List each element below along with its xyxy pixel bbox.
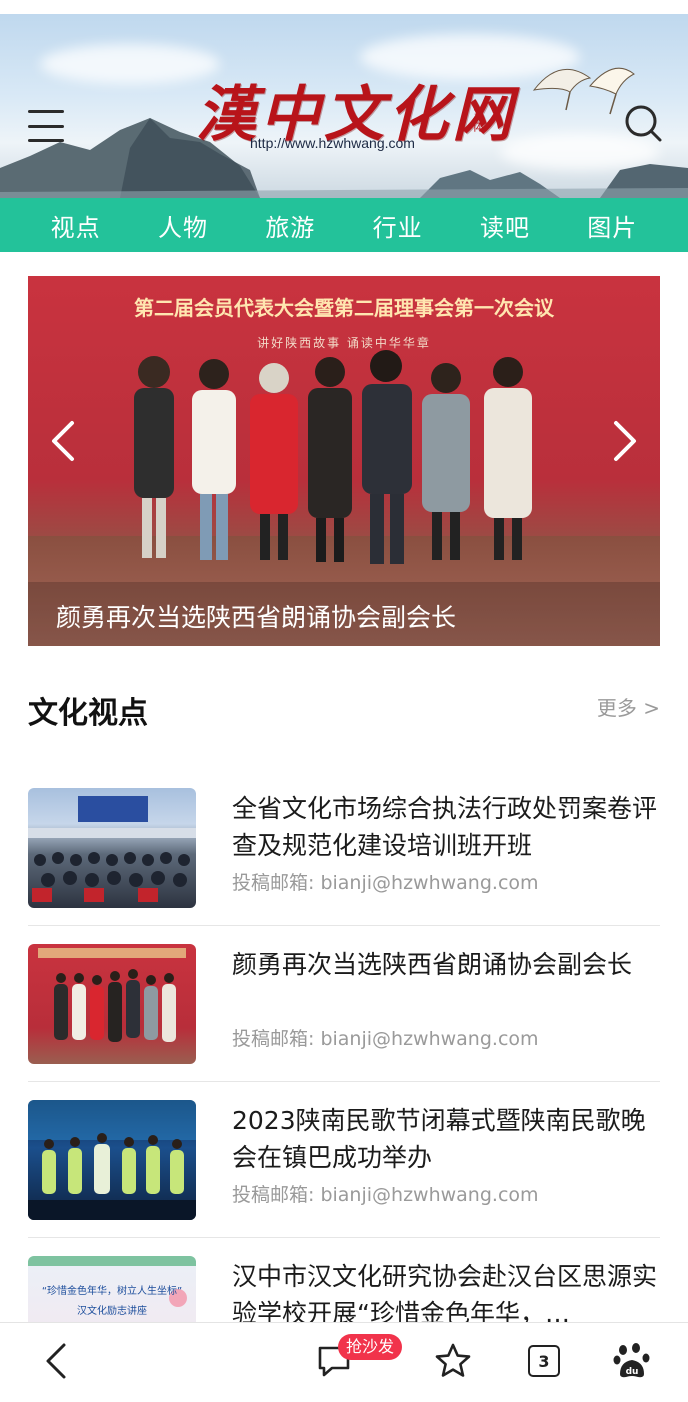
news-meta: 投稿邮箱: bianji@hzwhwang.com: [232, 872, 539, 894]
featured-carousel[interactable]: 第二届会员代表大会暨第二届理事会第一次会议 讲好陕西故事 诵读中华华章 颜勇再次…: [28, 276, 660, 646]
carousel-next-arrow[interactable]: [606, 416, 646, 466]
thumb-line2: 汉文化励志讲座: [77, 1306, 147, 1317]
carousel-banner-line1: 第二届会员代表大会暨第二届理事会第一次会议: [134, 296, 554, 320]
thumb-line1: “珍惜金色年华，树立人生坐标”: [41, 1286, 183, 1297]
news-meta: 投稿邮箱: bianji@hzwhwang.com: [232, 1028, 539, 1050]
star-favorite-icon[interactable]: [431, 1339, 475, 1383]
sofa-badge[interactable]: 抢沙发: [338, 1334, 403, 1360]
news-thumbnail[interactable]: [28, 944, 196, 1064]
news-thumbnail[interactable]: [28, 1100, 196, 1220]
nav-item-travel[interactable]: 旅游: [265, 208, 315, 243]
svg-text:du: du: [626, 1367, 639, 1377]
nav-item-reading[interactable]: 读吧: [480, 208, 530, 243]
news-meta: 投稿邮箱: bianji@hzwhwang.com: [232, 1184, 539, 1206]
news-title[interactable]: 汉中市汉文化研究协会赴汉台区思源实验学校开展“珍惜金色年华，…: [232, 1258, 660, 1332]
news-item[interactable]: 颜勇再次当选陕西省朗诵协会副会长 投稿邮箱: bianji@hzwhwang.c…: [28, 926, 660, 1082]
section-title: 文化视点: [28, 696, 148, 731]
news-item[interactable]: 全省文化市场综合执法行政处罚案卷评查及规范化建设培训班开班 投稿邮箱: bian…: [28, 770, 660, 926]
nav-item-industry[interactable]: 行业: [373, 208, 423, 243]
more-link[interactable]: 更多 >: [597, 692, 660, 721]
news-item[interactable]: 2023陕南民歌节闭幕式暨陕南民歌晚会在镇巴成功举办 投稿邮箱: bianji@…: [28, 1082, 660, 1238]
news-title[interactable]: 颜勇再次当选陕西省朗诵协会副会长: [232, 946, 660, 983]
carousel-prev-arrow[interactable]: [42, 416, 82, 466]
status-strip: [0, 0, 688, 14]
browser-bottom-bar: 3 du: [0, 1322, 688, 1402]
group-photo-people: [134, 350, 532, 564]
logo-signature: 三体: [471, 108, 485, 132]
news-thumbnail[interactable]: [28, 788, 196, 908]
tabs-count-icon[interactable]: 3: [522, 1339, 566, 1383]
news-title[interactable]: 全省文化市场综合执法行政处罚案卷评查及规范化建设培训班开班: [232, 790, 660, 864]
news-title[interactable]: 2023陕南民歌节闭幕式暨陕南民歌晚会在镇巴成功举办: [232, 1102, 660, 1176]
nav-item-people[interactable]: 人物: [158, 208, 208, 243]
carousel-caption[interactable]: 颜勇再次当选陕西省朗诵协会副会长: [28, 582, 660, 646]
header-banner: 漢中文化网 三体 http://www.hzwhwang.com: [0, 14, 688, 198]
news-list: 全省文化市场综合执法行政处罚案卷评查及规范化建设培训班开班 投稿邮箱: bian…: [28, 770, 660, 1394]
nav-item-viewpoint[interactable]: 视点: [51, 208, 101, 243]
category-nav: 视点 人物 旅游 行业 读吧 图片: [0, 198, 688, 252]
back-arrow-icon[interactable]: [34, 1339, 78, 1383]
logo-url: http://www.hzwhwang.com: [250, 135, 415, 151]
menu-icon[interactable]: [26, 106, 66, 146]
nav-item-pictures[interactable]: 图片: [587, 208, 637, 243]
search-icon[interactable]: [620, 100, 666, 146]
paw-home-icon[interactable]: du: [610, 1339, 654, 1383]
tabs-count: 3: [528, 1345, 560, 1377]
